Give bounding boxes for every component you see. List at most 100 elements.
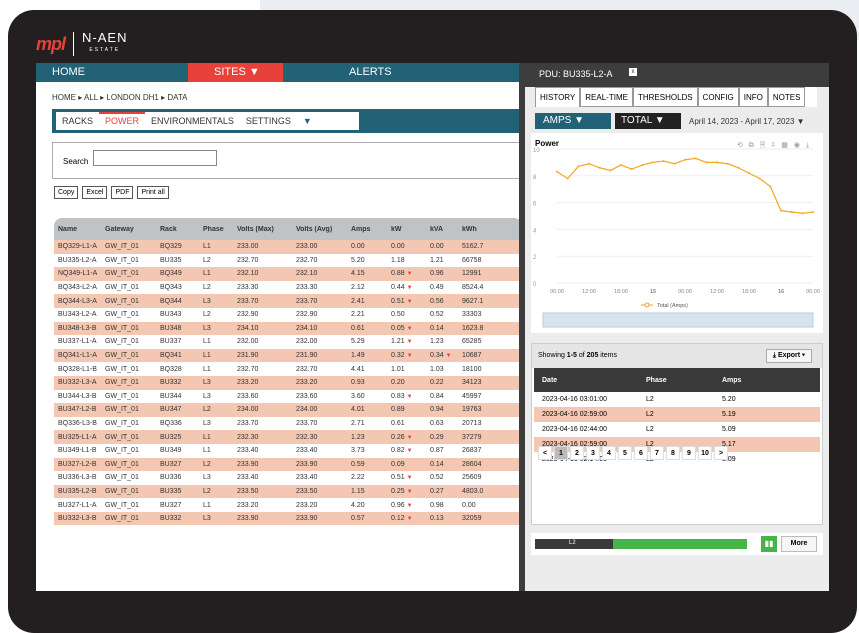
search-input[interactable] bbox=[93, 150, 217, 166]
header-name[interactable]: Name bbox=[54, 226, 105, 233]
table-cell: GW_IT_01 bbox=[105, 311, 139, 319]
page-button[interactable]: 2 bbox=[570, 446, 584, 460]
table-cell: 1.21 ▼ bbox=[391, 338, 413, 346]
tab-settings[interactable]: SETTINGS bbox=[240, 112, 297, 130]
table-cell: 32059 bbox=[462, 515, 482, 523]
table-row[interactable]: BQ329-L1-A GW_IT_01 BQ329 L1 233.00 233.00 0.0… bbox=[54, 240, 522, 254]
grid-row[interactable]: 2023-04-16 02:59:00 L2 5.19 bbox=[534, 407, 820, 422]
page-button[interactable]: 3 bbox=[586, 446, 600, 460]
tab-racks[interactable]: RACKS bbox=[56, 112, 99, 130]
grid-row[interactable]: 2023-04-16 02:44:00 L2 5.09 bbox=[534, 422, 820, 437]
export-button[interactable]: ⤓ Export ▾ bbox=[765, 349, 812, 363]
table-row[interactable]: BU335-L2-B GW_IT_01 BU335 L2 233.50 233.50 1.1… bbox=[54, 484, 522, 499]
copy-button[interactable]: Copy bbox=[54, 186, 79, 199]
header-rack[interactable]: Rack bbox=[160, 226, 203, 233]
table-cell: 1.01 bbox=[391, 365, 405, 373]
table-row[interactable]: NQ349-L1-A GW_IT_01 BQ349 L1 232.10 232.10 4.1… bbox=[54, 267, 522, 281]
nav-alerts[interactable]: ALERTS bbox=[283, 63, 522, 82]
table-row[interactable]: BU332-L3-A GW_IT_01 BU332 L3 233.20 233.20 0.9… bbox=[54, 375, 522, 390]
header-phase[interactable]: Phase bbox=[203, 226, 237, 233]
table-row[interactable]: BQ343-L2-A GW_IT_01 BQ343 L2 233.30 233.30 2.1… bbox=[54, 281, 522, 295]
nav-home[interactable]: HOME bbox=[36, 63, 188, 82]
table-cell: 233.90 bbox=[237, 460, 259, 468]
tab-config[interactable]: CONFIG bbox=[697, 87, 739, 107]
table-row[interactable]: BU327-L2-B GW_IT_01 BU327 L2 233.90 233.90 0.5… bbox=[54, 457, 522, 472]
page-button[interactable]: 8 bbox=[666, 446, 680, 460]
table-cell: 233.30 bbox=[237, 284, 259, 292]
page-button[interactable]: > bbox=[714, 446, 728, 460]
header-kva[interactable]: kVA bbox=[430, 226, 462, 233]
header-volts-avg-[interactable]: Volts (Avg) bbox=[296, 226, 351, 233]
table-row[interactable]: BU344-L3-B GW_IT_01 BU344 L3 233.60 233.60 3.6… bbox=[54, 390, 522, 404]
tab-real-time[interactable]: REAL-TIME bbox=[580, 87, 633, 107]
table-row[interactable]: BU337-L1-A GW_IT_01 BU337 L1 232.00 232.00 5.2… bbox=[54, 335, 522, 349]
table-cell: 0.13 bbox=[430, 515, 444, 523]
page-button[interactable]: 7 bbox=[650, 446, 664, 460]
page-button[interactable]: 1 bbox=[554, 446, 568, 460]
table-row[interactable]: BQ341-L1-A GW_IT_01 BQ341 L1 231.90 231.90 1.4… bbox=[54, 348, 522, 363]
table-cell: BU336 bbox=[160, 474, 182, 482]
date-range-select[interactable]: April 14, 2023 - April 17, 2023 ▼ bbox=[689, 117, 805, 126]
close-icon[interactable]: x bbox=[629, 68, 637, 76]
table-row[interactable]: BU348-L3-B GW_IT_01 BU348 L3 234.10 234.10 0.6… bbox=[54, 321, 522, 336]
table-row[interactable]: BU325-L1-A GW_IT_01 BU325 L1 232.30 232.30 1.2… bbox=[54, 430, 522, 444]
breadcrumb[interactable]: HOME ▸ ALL ▸ LONDON DH1 ▸ DATA bbox=[52, 93, 187, 102]
table-row[interactable]: BU349-L1-B GW_IT_01 BU349 L1 233.40 233.40 3.7… bbox=[54, 444, 522, 458]
header-kwh[interactable]: kWh bbox=[462, 226, 502, 233]
print-all-button[interactable]: Print all bbox=[137, 186, 169, 199]
chart-toolbar-icon[interactable]: ⟲ ⧉ 🗎 ⍏ ▦ ◉ ⤓ bbox=[737, 141, 811, 152]
page-button[interactable]: 5 bbox=[618, 446, 632, 460]
header-gateway[interactable]: Gateway bbox=[105, 226, 160, 233]
down-arrow-icon: ▼ bbox=[406, 488, 413, 495]
page-button[interactable]: 9 bbox=[682, 446, 696, 460]
pdu-selectors: AMPS ▼ TOTAL ▼ April 14, 2023 - April 17… bbox=[535, 113, 805, 129]
table-cell: 65285 bbox=[462, 338, 482, 346]
data-point bbox=[716, 161, 718, 164]
table-row[interactable]: BU335-L2-A GW_IT_01 BU335 L2 232.70 232.70 5.2… bbox=[54, 254, 522, 268]
col-date[interactable]: Date bbox=[534, 377, 638, 384]
page-button[interactable]: 4 bbox=[602, 446, 616, 460]
tab-history[interactable]: HISTORY bbox=[535, 87, 581, 107]
table-cell: BU335 bbox=[160, 487, 182, 495]
col-amps[interactable]: Amps bbox=[712, 377, 812, 384]
metric-select[interactable]: AMPS ▼ bbox=[535, 113, 611, 129]
stage: mpl N-AEN ESTATE HOME SITES ▼ ALERTS HOME… bbox=[0, 0, 859, 633]
table-cell: BU335-L2-B bbox=[58, 487, 97, 495]
table-cell: GW_IT_01 bbox=[105, 284, 139, 292]
scope-select[interactable]: TOTAL ▼ bbox=[615, 113, 681, 129]
col-phase[interactable]: Phase bbox=[638, 377, 712, 384]
table-row[interactable]: BU336-L3-B GW_IT_01 BU336 L3 233.40 233.40 2.2… bbox=[54, 471, 522, 485]
page-button[interactable]: 6 bbox=[634, 446, 648, 460]
table-cell: 18100 bbox=[462, 365, 482, 373]
table-cell: GW_IT_01 bbox=[105, 447, 139, 455]
tab-thresholds[interactable]: THRESHOLDS bbox=[632, 87, 698, 107]
x-tick-label: 16 bbox=[778, 289, 784, 295]
excel-button[interactable]: Excel bbox=[82, 186, 108, 199]
tab-power[interactable]: POWER bbox=[99, 112, 146, 130]
header-amps[interactable]: Amps bbox=[351, 226, 391, 233]
tab-environmentals[interactable]: ENVIRONMENTALS bbox=[145, 112, 240, 130]
table-row[interactable]: BQ328-L1-B GW_IT_01 BQ328 L1 232.70 232.70 4.4… bbox=[54, 362, 522, 376]
table-row[interactable]: BU347-L2-B GW_IT_01 BU347 L2 234.00 234.00 4.0… bbox=[54, 403, 522, 417]
y-tick-label: 10 bbox=[533, 148, 540, 154]
table-row[interactable]: BQ344-L3-A GW_IT_01 BQ344 L3 233.70 233.70 2.4… bbox=[54, 294, 522, 308]
settings-dropdown-icon[interactable]: ▼ bbox=[297, 112, 318, 130]
pdf-button[interactable]: PDF bbox=[111, 186, 134, 199]
table-row[interactable]: BU327-L1-A GW_IT_01 BU327 L1 233.20 233.20 4.2… bbox=[54, 498, 522, 512]
header-kw[interactable]: kW bbox=[391, 226, 430, 233]
partner-logo-sub: ESTATE bbox=[89, 47, 121, 53]
grid-row[interactable]: 2023-04-16 03:01:00 L2 5.20 bbox=[534, 392, 820, 407]
nav-sites[interactable]: SITES ▼ bbox=[188, 63, 283, 82]
tab-notes[interactable]: NOTES bbox=[767, 87, 806, 107]
table-row[interactable]: BQ336-L3-B GW_IT_01 BQ336 L3 233.70 233.70 2.7… bbox=[54, 417, 522, 431]
header-volts-max-[interactable]: Volts (Max) bbox=[237, 226, 296, 233]
table-row[interactable]: BU332-L3-B GW_IT_01 BU332 L3 233.90 233.90 0.5… bbox=[54, 511, 522, 526]
more-button[interactable]: More bbox=[781, 536, 817, 552]
table-cell: 1623.8 bbox=[462, 324, 484, 332]
page-button[interactable]: < bbox=[538, 446, 552, 460]
table-cell: 1.03 bbox=[430, 365, 444, 373]
table-row[interactable]: BU343-L2-A GW_IT_01 BU343 L2 232.90 232.90 2.2… bbox=[54, 308, 522, 322]
table-cell: 233.70 bbox=[237, 297, 259, 305]
tab-info[interactable]: INFO bbox=[738, 87, 768, 107]
page-button[interactable]: 10 bbox=[698, 446, 712, 460]
